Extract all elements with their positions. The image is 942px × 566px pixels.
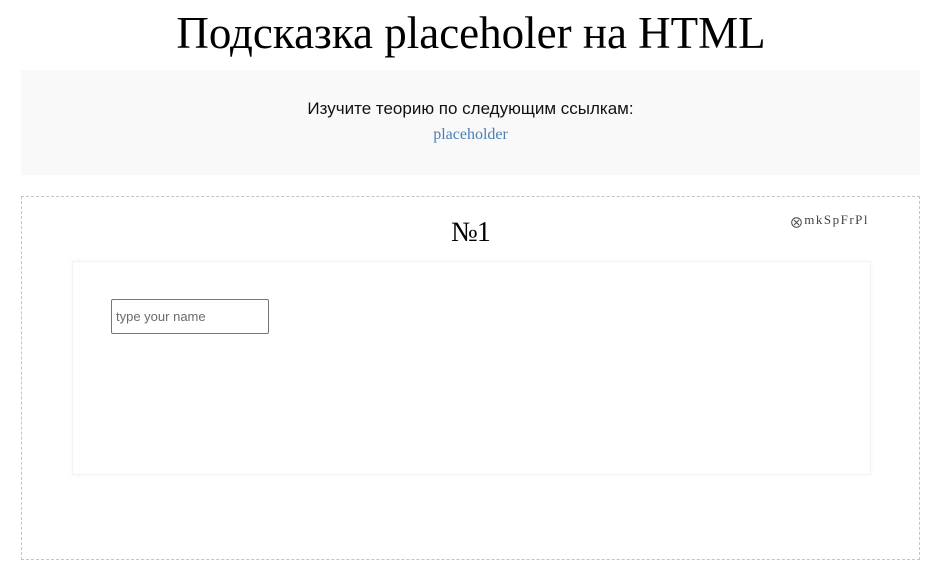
circle-x-icon [791,215,803,228]
theory-text: Изучите теорию по следующим ссылкам: [307,99,634,118]
demo-frame [72,261,871,475]
theory-box: Изучите теорию по следующим ссылкам: pla… [21,70,920,175]
task-code-label: mkSpFrPl [804,212,869,227]
task-number: №1 [451,217,491,248]
task-code: mkSpFrPl [791,211,869,229]
theory-link-placeholder[interactable]: placeholder [21,125,920,145]
task-box: №1 mkSpFrPl [21,196,920,560]
name-input[interactable] [111,299,269,334]
page-title: Подсказка placeholer на HTML [176,8,766,58]
